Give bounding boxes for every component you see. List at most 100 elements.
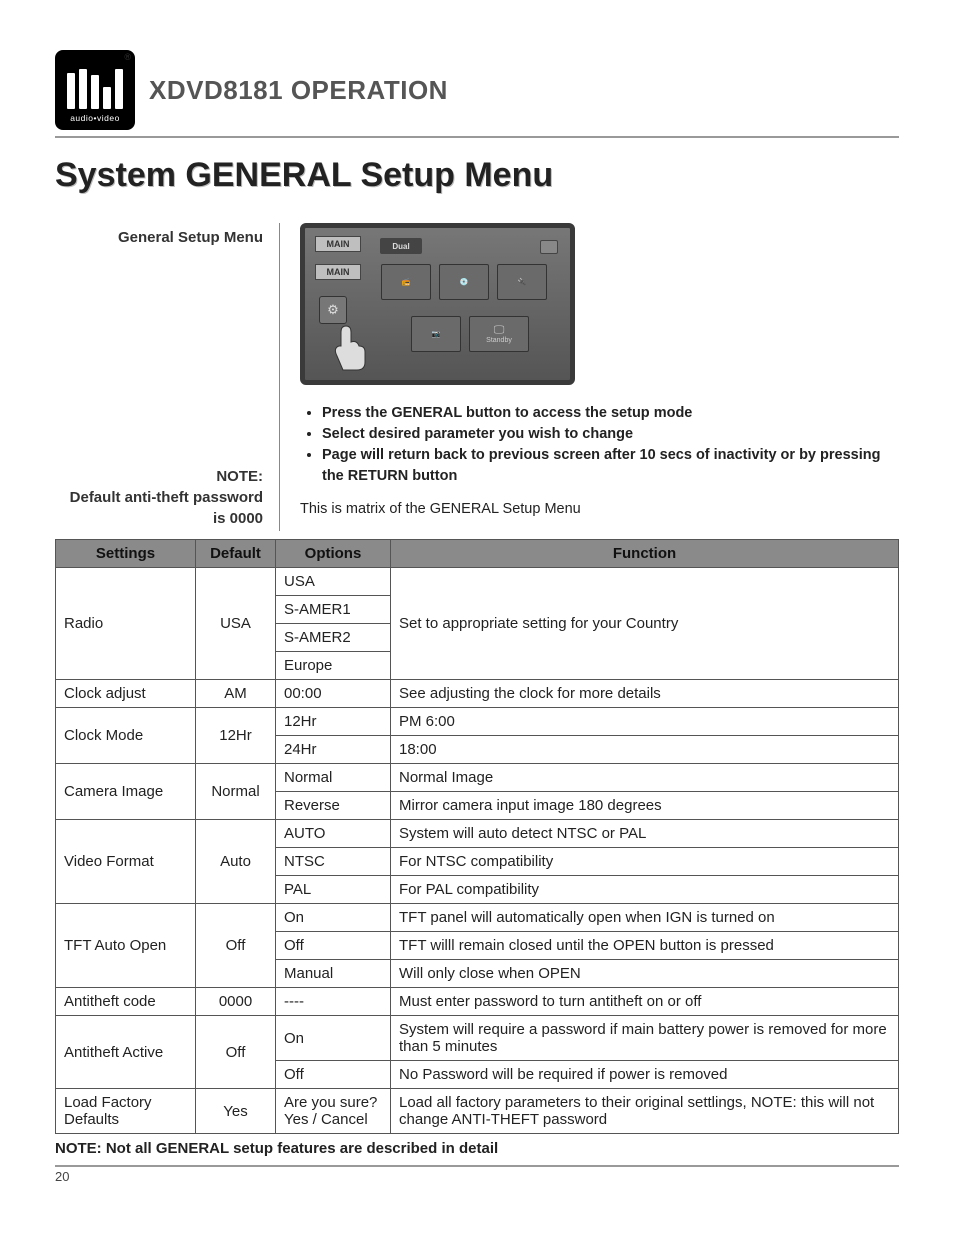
cell-option: USA [276, 568, 391, 596]
cell-function: TFT willl remain closed until the OPEN b… [391, 932, 899, 960]
instruction-item: Select desired parameter you wish to cha… [322, 424, 899, 445]
cell-default: 12Hr [196, 708, 276, 764]
cell-setting: Load Factory Defaults [56, 1089, 196, 1134]
cell-option: S-AMER2 [276, 624, 391, 652]
col-options: Options [276, 540, 391, 568]
table-row: TFT Auto Open Off On TFT panel will auto… [56, 904, 899, 932]
cell-option: 24Hr [276, 736, 391, 764]
device-tile-aux: 🔌 [497, 264, 547, 300]
cell-default: 0000 [196, 988, 276, 1016]
cell-setting: Antitheft code [56, 988, 196, 1016]
footer-rule [55, 1165, 899, 1167]
cell-function: 18:00 [391, 736, 899, 764]
cell-function: No Password will be required if power is… [391, 1061, 899, 1089]
plug-icon: 🔌 [518, 278, 527, 286]
logo-subtext: audio•video [70, 113, 120, 123]
gear-icon: ⚙ [319, 296, 347, 324]
page-number: 20 [55, 1169, 899, 1184]
device-screenshot: MAIN Dual MAIN 📻 💿 🔌 ⚙ 📷 🖵 Standby [300, 223, 575, 385]
cell-option: AUTO [276, 820, 391, 848]
cell-option: S-AMER1 [276, 596, 391, 624]
cell-function: Normal Image [391, 764, 899, 792]
cell-option: 12Hr [276, 708, 391, 736]
cell-setting: Clock Mode [56, 708, 196, 764]
device-tile-camera: 📷 [411, 316, 461, 352]
cell-option: PAL [276, 876, 391, 904]
cell-option: On [276, 1016, 391, 1061]
col-settings: Settings [56, 540, 196, 568]
cell-option: Off [276, 932, 391, 960]
device-tile-standby: 🖵 Standby [469, 316, 529, 352]
radio-tower-icon: 📻 [402, 278, 411, 286]
cell-function: For PAL compatibility [391, 876, 899, 904]
table-row: Camera Image Normal Normal Normal Image [56, 764, 899, 792]
logo-bars-icon [67, 64, 123, 109]
registered-mark: ® [124, 52, 131, 62]
cell-default: Off [196, 1016, 276, 1089]
table-row: Video Format Auto AUTO System will auto … [56, 820, 899, 848]
cell-setting: Video Format [56, 820, 196, 904]
cell-option: Manual [276, 960, 391, 988]
cell-function: Must enter password to turn antitheft on… [391, 988, 899, 1016]
pointing-hand-icon [323, 322, 373, 372]
table-row: Antitheft code 0000 ---- Must enter pass… [56, 988, 899, 1016]
note-line-2: is 0000 [55, 508, 263, 529]
intro-left-heading: General Setup Menu [55, 229, 263, 246]
cell-function: Mirror camera input image 180 degrees [391, 792, 899, 820]
table-header-row: Settings Default Options Function [56, 540, 899, 568]
instructions-list: Press the GENERAL button to access the s… [300, 403, 899, 487]
device-tile-radio: 📻 [381, 264, 431, 300]
cell-setting: Radio [56, 568, 196, 680]
cell-function: Will only close when OPEN [391, 960, 899, 988]
header-title: XDVD8181 OPERATION [149, 75, 448, 106]
intro-left-column: General Setup Menu NOTE: Default anti-th… [55, 223, 280, 531]
cell-default: Yes [196, 1089, 276, 1134]
cell-default: Normal [196, 764, 276, 820]
camera-icon: 📷 [432, 330, 441, 338]
note-line-1: Default anti-theft password [55, 487, 263, 508]
return-icon [540, 240, 558, 254]
model-number: XDVD8181 [149, 75, 283, 105]
section-label: OPERATION [291, 75, 448, 105]
setup-table: Settings Default Options Function Radio … [55, 539, 899, 1134]
device-main-btn-2: MAIN [315, 264, 361, 280]
monitor-icon: 🖵 [494, 324, 505, 337]
cell-function: Load all factory parameters to their ori… [391, 1089, 899, 1134]
page-header: ® audio•video XDVD8181 OPERATION [55, 50, 899, 130]
cell-default: Auto [196, 820, 276, 904]
header-rule [55, 136, 899, 138]
cell-function: System will require a password if main b… [391, 1016, 899, 1061]
table-row: Clock Mode 12Hr 12Hr PM 6:00 [56, 708, 899, 736]
cell-option: 00:00 [276, 680, 391, 708]
intro-right-column: MAIN Dual MAIN 📻 💿 🔌 ⚙ 📷 🖵 Standby [300, 223, 899, 531]
instruction-item: Page will return back to previous screen… [322, 445, 899, 487]
cell-setting: TFT Auto Open [56, 904, 196, 988]
cell-option: ---- [276, 988, 391, 1016]
cell-option: Are you sure? Yes / Cancel [276, 1089, 391, 1134]
cell-option: Normal [276, 764, 391, 792]
cell-function: See adjusting the clock for more details [391, 680, 899, 708]
table-row: Radio USA USA Set to appropriate setting… [56, 568, 899, 596]
table-row: Load Factory Defaults Yes Are you sure? … [56, 1089, 899, 1134]
intro-block: General Setup Menu NOTE: Default anti-th… [55, 223, 899, 531]
footnote: NOTE: Not all GENERAL setup features are… [55, 1140, 899, 1157]
cell-option: Reverse [276, 792, 391, 820]
table-row: Clock adjust AM 00:00 See adjusting the … [56, 680, 899, 708]
device-tile-disc: 💿 [439, 264, 489, 300]
cell-function: TFT panel will automatically open when I… [391, 904, 899, 932]
instruction-item: Press the GENERAL button to access the s… [322, 403, 899, 424]
cell-setting: Antitheft Active [56, 1016, 196, 1089]
cell-option: On [276, 904, 391, 932]
cell-function: For NTSC compatibility [391, 848, 899, 876]
col-function: Function [391, 540, 899, 568]
note-block: NOTE: Default anti-theft password is 000… [55, 466, 263, 529]
table-row: Antitheft Active Off On System will requ… [56, 1016, 899, 1061]
brand-logo: ® audio•video [55, 50, 135, 130]
device-main-btn-1: MAIN [315, 236, 361, 252]
cell-default: AM [196, 680, 276, 708]
col-default: Default [196, 540, 276, 568]
page-title: System GENERAL Setup Menu [55, 156, 899, 195]
cell-setting: Camera Image [56, 764, 196, 820]
cell-option: NTSC [276, 848, 391, 876]
cell-function: Set to appropriate setting for your Coun… [391, 568, 899, 680]
